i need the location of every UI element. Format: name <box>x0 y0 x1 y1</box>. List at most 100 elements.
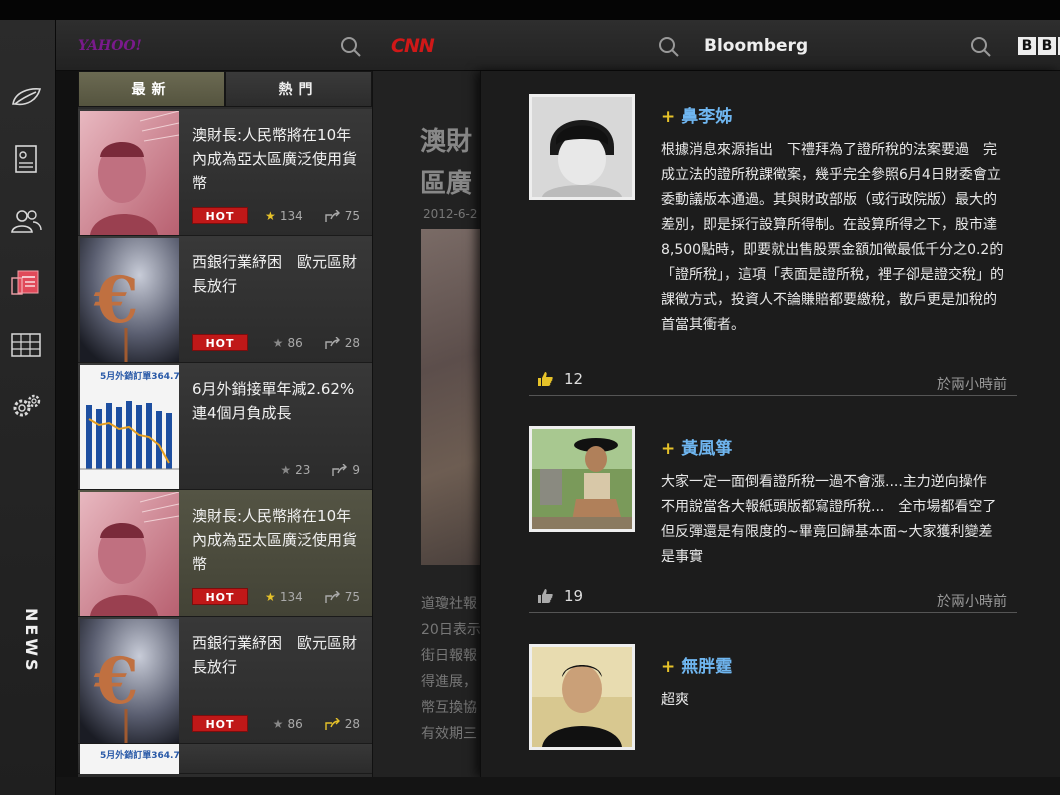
news-section-label: NEWS <box>22 608 41 674</box>
article-item[interactable]: € 西銀行業紓困 歐元區財長放行 HOT ★ 86 28 <box>78 617 372 744</box>
article-thumbnail <box>80 492 179 616</box>
like-count: 19 <box>564 587 584 605</box>
follow-plus-icon[interactable]: + <box>661 439 675 459</box>
star-count: 23 <box>295 463 311 477</box>
body-line: 幣互換協 <box>421 700 477 716</box>
article-title: 6月外銷接單年減2.62%連4個月負成長 <box>192 380 355 422</box>
star-count: 134 <box>279 590 303 604</box>
article-title: 西銀行業紓困 歐元區財長放行 <box>192 253 358 295</box>
grid-table-icon[interactable] <box>9 330 43 360</box>
article-detail-body: 道瓊社報 20日表示 街日報報 得進展， 幣互換協 有效期三 <box>421 591 481 747</box>
article-title: 澳財長:人民幣將在10年內成為亞太區廣泛使用貨幣 <box>192 126 358 192</box>
comment-footer: 19 於兩小時前 <box>529 587 1017 613</box>
svg-text:5月外銷訂單364.7(: 5月外銷訂單364.7( <box>100 370 179 382</box>
tab-popular[interactable]: 熱門 <box>225 71 372 107</box>
svg-text:€: € <box>93 644 139 719</box>
article-stats: ★ 86 28 <box>273 717 360 731</box>
share-count: 28 <box>344 336 360 350</box>
article-stats: ★ 134 75 <box>265 590 360 604</box>
settings-gears-icon[interactable] <box>9 392 43 422</box>
body-line: 得進展， <box>421 674 477 690</box>
thumbnail-caption: 5月外銷訂單364.7( <box>100 749 179 761</box>
comment-author-name: 鼻李姊 <box>681 107 733 127</box>
bbc-logo[interactable]: B B C <box>1018 20 1060 71</box>
bottom-bar <box>56 777 1060 795</box>
article-list-panel: 最新 熱門 澳財長:人民幣將在10年內成為亞太區廣泛使用貨幣 HOT ★ 134 75 €… <box>78 71 372 777</box>
share-icon[interactable] <box>332 463 348 477</box>
like-button[interactable]: 19 <box>537 587 583 605</box>
follow-plus-icon[interactable]: + <box>661 107 675 127</box>
body-line: 街日報報 <box>421 648 477 664</box>
yahoo-logo[interactable]: YAHOO! <box>78 20 142 71</box>
article-item[interactable]: 澳財長:人民幣將在10年內成為亞太區廣泛使用貨幣 HOT ★ 134 75 <box>78 490 372 617</box>
article-stats: ★ 134 75 <box>265 209 360 223</box>
avatar[interactable] <box>529 644 635 750</box>
share-icon[interactable] <box>325 336 341 350</box>
star-count: 86 <box>287 717 303 731</box>
avatar[interactable] <box>529 94 635 200</box>
avatar[interactable] <box>529 426 635 532</box>
article-detail-title: 澳財區廣 <box>420 127 473 199</box>
search-icon[interactable] <box>970 36 992 58</box>
comment-text: 根據消息來源指出 下禮拜為了證所稅的法案要過 完成立法的證所稅課徵案，幾乎完全參… <box>661 142 1004 333</box>
tab-latest[interactable]: 最新 <box>78 71 225 107</box>
search-icon[interactable] <box>658 36 680 58</box>
article-title: 澳財長:人民幣將在10年內成為亞太區廣泛使用貨幣 <box>192 507 358 573</box>
hot-badge: HOT <box>192 588 248 605</box>
share-icon[interactable] <box>325 209 341 223</box>
star-icon[interactable]: ★ <box>273 717 284 731</box>
bbc-letter: B <box>1018 36 1036 55</box>
article-item[interactable]: 5月外銷訂單364.7( 6月外銷接單年減2.62%連4個月負成長 ★ 23 9 <box>78 363 372 490</box>
article-list: 澳財長:人民幣將在10年內成為亞太區廣泛使用貨幣 HOT ★ 134 75 € 西銀行業紓困… <box>78 109 372 774</box>
share-count: 75 <box>344 590 360 604</box>
comment-author-name: 黃風箏 <box>681 439 733 459</box>
home-leaf-icon[interactable] <box>9 82 43 112</box>
comment-text: 大家一定一面倒看證所稅一過不會漲....主力逆向操作 不用說當各大報紙頭版都寫證… <box>661 474 1011 565</box>
article-thumbnail: 5月外銷訂單364.7( <box>80 365 179 489</box>
star-icon[interactable]: ★ <box>273 336 284 350</box>
search-icon[interactable] <box>340 36 362 58</box>
star-icon[interactable]: ★ <box>265 590 276 604</box>
article-item[interactable]: 澳財長:人民幣將在10年內成為亞太區廣泛使用貨幣 HOT ★ 134 75 <box>78 109 372 236</box>
article-item[interactable]: 5月外銷訂單364.7( <box>78 744 372 774</box>
like-button[interactable]: 12 <box>537 370 583 388</box>
share-count: 9 <box>352 463 360 477</box>
follow-plus-icon[interactable]: + <box>661 657 675 677</box>
hot-badge: HOT <box>192 207 248 224</box>
cnn-logo[interactable]: CNN <box>391 20 435 71</box>
status-bar <box>0 0 1060 20</box>
body-line: 20日表示 <box>421 622 481 638</box>
comment-author[interactable]: + 鼻李姊 <box>661 102 732 127</box>
sidebar: NEWS <box>0 20 56 795</box>
article-thumbnail <box>80 111 179 235</box>
comment-author[interactable]: + 無胖霆 <box>661 652 732 677</box>
body-line: 道瓊社報 <box>421 596 477 612</box>
article-detail-image <box>421 229 483 565</box>
profile-card-icon[interactable] <box>9 144 43 174</box>
users-icon[interactable] <box>9 206 43 236</box>
share-icon[interactable] <box>325 590 341 604</box>
body-line: 有效期三 <box>421 726 477 742</box>
comment-time: 於兩小時前 <box>937 377 1007 393</box>
source-bar: YAHOO! CNN Bloomberg B B C <box>56 20 1060 71</box>
share-icon[interactable] <box>325 717 341 731</box>
thumbs-up-icon <box>538 589 553 603</box>
article-thumbnail: € <box>80 619 179 743</box>
comment-author[interactable]: + 黃風箏 <box>661 434 732 459</box>
comment-footer: 12 於兩小時前 <box>529 370 1017 396</box>
svg-text:€: € <box>93 263 139 338</box>
like-count: 12 <box>564 370 584 388</box>
star-icon[interactable]: ★ <box>265 209 276 223</box>
article-item[interactable]: € 西銀行業紓困 歐元區財長放行 HOT ★ 86 28 <box>78 236 372 363</box>
share-count: 75 <box>344 209 360 223</box>
star-icon[interactable]: ★ <box>280 463 291 477</box>
comment-time: 於兩小時前 <box>937 594 1007 610</box>
article-thumbnail: 5月外銷訂單364.7( <box>80 744 179 774</box>
star-count: 86 <box>287 336 303 350</box>
star-count: 134 <box>279 209 303 223</box>
newspaper-icon[interactable] <box>9 268 43 298</box>
list-tabs: 最新 熱門 <box>78 71 372 107</box>
article-detail-date: 2012-6-2 <box>423 207 478 221</box>
bbc-letter: B <box>1038 36 1056 55</box>
bloomberg-logo[interactable]: Bloomberg <box>704 20 808 71</box>
